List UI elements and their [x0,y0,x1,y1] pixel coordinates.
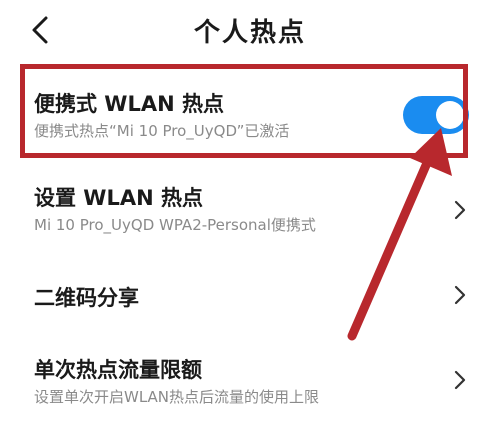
row-title: 二维码分享 [34,286,139,310]
list-item-data-limit[interactable]: 单次热点流量限额 设置单次开启WLAN热点后流量的使用上限 [0,342,500,422]
list-item-setup-hotspot[interactable]: 设置 WLAN 热点 Mi 10 Pro_UyQD WPA2-Personal便… [0,172,500,248]
highlight-box [20,64,468,158]
chevron-right-icon [454,370,466,390]
row-subtitle: Mi 10 Pro_UyQD WPA2-Personal便携式 [34,216,316,234]
row-title: 设置 WLAN 热点 [34,186,203,210]
chevron-right-icon [454,200,466,220]
list-item-qr-share[interactable]: 二维码分享 [0,262,500,326]
page-title: 个人热点 [193,18,306,48]
header-bar: 个人热点 [0,0,500,60]
row-subtitle: 设置单次开启WLAN热点后流量的使用上限 [34,388,320,406]
chevron-right-icon [454,285,466,305]
row-title: 单次热点流量限额 [34,358,202,382]
